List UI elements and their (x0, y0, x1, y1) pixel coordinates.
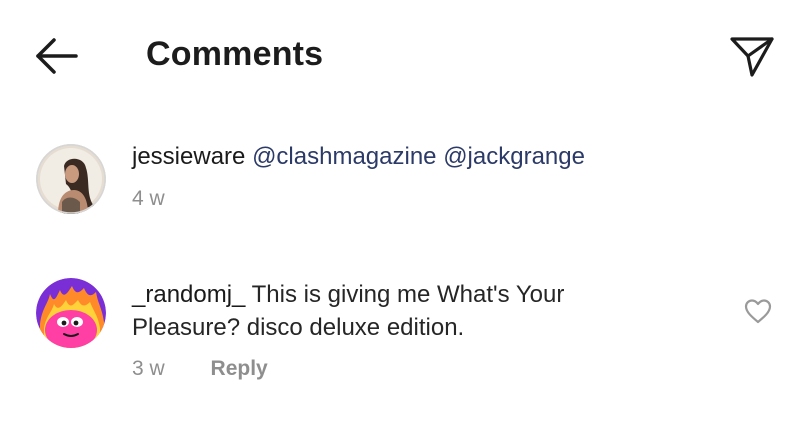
header: Comments (0, 0, 810, 110)
comment-meta: 4 w (132, 186, 165, 212)
page-title: Comments (146, 35, 324, 73)
comments-screen: Comments jessieware @clashmagazine @jack… (0, 0, 810, 424)
reply-button[interactable]: Reply (211, 357, 268, 380)
comment-body-line-1: This is giving me What's Your (251, 281, 565, 308)
timestamp: 3 w (132, 357, 165, 380)
username[interactable]: jessieware (132, 143, 245, 170)
username[interactable]: _randomj_ (132, 281, 245, 308)
heart-outline-icon (744, 299, 772, 324)
avatar-illustration (36, 278, 106, 348)
arrow-left-icon (36, 38, 78, 74)
timestamp: 4 w (132, 187, 165, 210)
caption-comment: jessieware @clashmagazine @jackgrange 4 … (0, 130, 810, 230)
avatar-photo (36, 144, 106, 214)
comment-body-line-2: Pleasure? disco deluxe edition. (132, 314, 465, 341)
paper-plane-icon (730, 37, 774, 77)
comment-item: _randomj_ This is giving me What's Your … (0, 268, 810, 398)
comment-meta: 3 w Reply (132, 356, 268, 382)
avatar[interactable] (36, 144, 106, 214)
mention-link[interactable]: @jackgrange (443, 143, 585, 170)
comment-text: jessieware @clashmagazine @jackgrange (132, 140, 585, 173)
avatar[interactable] (36, 278, 106, 348)
like-button[interactable] (744, 298, 772, 324)
back-button[interactable] (30, 34, 80, 78)
mention-link[interactable]: @clashmagazine (252, 143, 436, 170)
share-button[interactable] (728, 32, 776, 80)
comment-text: _randomj_ This is giving me What's Your … (132, 278, 564, 344)
